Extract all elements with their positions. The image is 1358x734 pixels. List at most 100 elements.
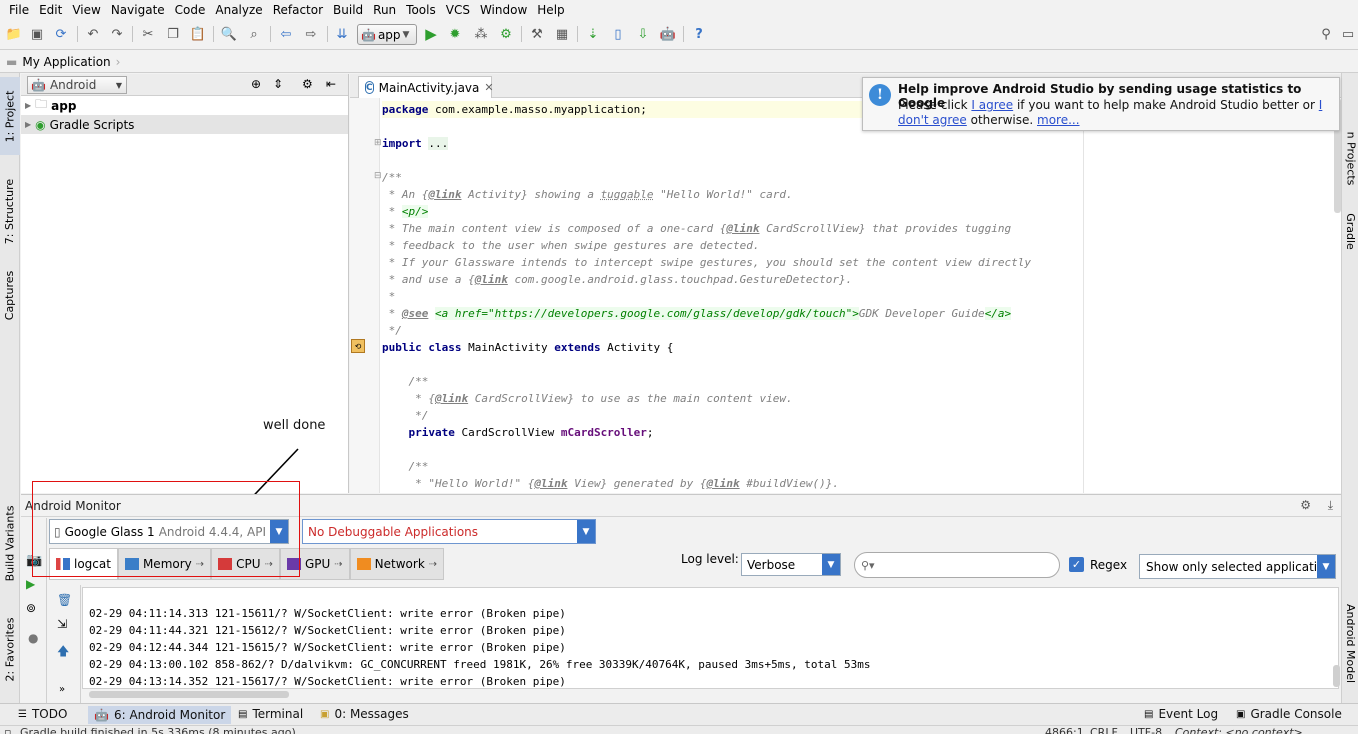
replace-icon[interactable]: ⌕ (245, 25, 263, 43)
application-select[interactable]: No Debuggable Applications ▼ (302, 519, 596, 544)
cut-icon[interactable]: ✂ (139, 25, 157, 43)
project-view-select[interactable]: 🤖 Android ▼ (27, 76, 127, 94)
more-link[interactable]: more... (1037, 113, 1080, 127)
back-icon[interactable]: ⇦ (277, 25, 295, 43)
event-log-button[interactable]: ▤ Event Log (1144, 707, 1218, 721)
caret-position[interactable]: 4866:1 (1045, 726, 1084, 734)
redo-icon[interactable]: ↷ (108, 25, 126, 43)
gear-icon[interactable]: ⚙ (302, 77, 313, 91)
scroll-to-end-icon[interactable]: ⇲ (57, 617, 67, 631)
tab-network[interactable]: Network ⇢ (349, 548, 445, 580)
expand-arrow-icon[interactable]: ▶ (25, 120, 31, 129)
debug-icon[interactable]: ✹ (446, 25, 464, 43)
logcat-output[interactable]: 02-29 04:11:14.313 121-15611/? W/SocketC… (82, 587, 1339, 689)
log-level-select[interactable]: Verbose ▼ (741, 553, 841, 576)
tab-projects-label: n Projects (1344, 131, 1357, 185)
terminate-icon[interactable]: ● (28, 631, 38, 645)
messages-button[interactable]: ▣ 0: Messages (320, 707, 409, 721)
menu-window[interactable]: Window (475, 1, 532, 19)
agree-link[interactable]: I agree (971, 98, 1013, 112)
find-icon[interactable]: 🔍 (220, 25, 238, 43)
tab-build-variants[interactable]: Build Variants (0, 501, 20, 585)
tab-gradle[interactable]: Gradle (1342, 199, 1358, 263)
expand-arrow-icon[interactable]: ▶ (25, 101, 31, 110)
todo-button[interactable]: ☰ TODO (18, 707, 67, 721)
paste-icon[interactable]: 📋 (189, 25, 207, 43)
attach-debugger-icon[interactable]: ⁂ (472, 25, 490, 43)
more-icon[interactable]: » (59, 684, 65, 695)
save-icon[interactable]: ▣ (28, 25, 46, 43)
run-icon[interactable]: ▶ (422, 25, 440, 43)
tree-item-gradle-scripts[interactable]: ▶ ◉ Gradle Scripts (21, 115, 348, 134)
logcat-horizontal-scrollbar[interactable] (89, 691, 289, 698)
clear-logcat-icon[interactable]: 🗑 (57, 593, 72, 607)
breadcrumb[interactable]: My Application (22, 55, 110, 69)
make-project-icon[interactable]: ⇊ (333, 25, 351, 43)
gear-icon[interactable]: ⚙ (1300, 498, 1311, 512)
menu-analyze[interactable]: Analyze (210, 1, 267, 19)
regex-checkbox[interactable]: ✓ (1069, 557, 1084, 572)
menu-help[interactable]: Help (532, 1, 569, 19)
detach-icon[interactable]: ⇢ (429, 559, 437, 570)
menu-tools[interactable]: Tools (401, 1, 441, 19)
screen-record-icon[interactable]: ▶ (26, 577, 35, 591)
system-info-icon[interactable]: ⊚ (26, 601, 36, 615)
menu-edit[interactable]: Edit (34, 1, 67, 19)
override-marker-icon[interactable]: ⟲ (351, 339, 365, 353)
up-arrow-icon[interactable]: 🡅 (57, 642, 69, 663)
notification-text-after: otherwise. (966, 113, 1037, 127)
gradle-console-button[interactable]: ▣ Gradle Console (1236, 707, 1342, 721)
file-encoding[interactable]: UTF-8 (1130, 726, 1162, 734)
hide-panel-icon[interactable]: ⤓ (1328, 498, 1333, 513)
context-indicator[interactable]: Context: <no context> (1175, 726, 1303, 734)
copy-icon[interactable]: ❐ (164, 25, 182, 43)
open-folder-icon[interactable]: 📁 (5, 25, 23, 43)
android-monitor-button[interactable]: 🤖 6: Android Monitor (88, 706, 232, 724)
scroll-from-source-icon[interactable]: ⊕ (251, 77, 261, 91)
tab-structure[interactable]: 7: Structure (0, 169, 20, 253)
tab-project[interactable]: 1: Project (0, 77, 20, 155)
layout-icon[interactable]: ▦ (553, 25, 571, 43)
menu-code[interactable]: Code (170, 1, 211, 19)
menu-run[interactable]: Run (368, 1, 401, 19)
android-device-monitor-icon[interactable]: 🤖 (659, 25, 677, 43)
logcat-search-input[interactable]: ⚲▾ (854, 552, 1060, 578)
gradle-sync-icon[interactable]: ⇣ (584, 25, 602, 43)
tab-projects[interactable]: n Projects (1342, 123, 1358, 193)
search-everywhere-icon[interactable]: ⚲ (1317, 25, 1335, 43)
tab-main-activity[interactable]: C MainActivity.java ✕ (358, 76, 494, 98)
menu-view[interactable]: View (67, 1, 105, 19)
logcat-filter-select[interactable]: Show only selected application ▼ (1139, 554, 1336, 579)
forward-icon[interactable]: ⇨ (302, 25, 320, 43)
detach-icon[interactable]: ⇢ (334, 559, 342, 570)
project-structure-icon[interactable]: ⚒ (528, 25, 546, 43)
terminal-button[interactable]: ▤ Terminal (238, 707, 303, 721)
menu-refactor[interactable]: Refactor (268, 1, 328, 19)
logcat-vertical-scrollbar[interactable] (1333, 665, 1340, 687)
hide-panel-icon[interactable]: ⇤ (326, 77, 336, 91)
tab-android-model[interactable]: Android Model (1342, 593, 1358, 693)
layout-toggle-icon[interactable]: ▭ (1339, 25, 1357, 43)
tree-item-app[interactable]: ▶ 🗀 app (21, 96, 348, 115)
close-icon[interactable]: ✕ (484, 81, 493, 94)
project-view-label: Android (49, 78, 97, 92)
event-log-label: Event Log (1158, 707, 1219, 721)
menu-navigate[interactable]: Navigate (106, 1, 170, 19)
line-separator[interactable]: CRLF (1090, 726, 1118, 734)
apply-changes-icon[interactable]: ⚙ (497, 25, 515, 43)
menu-vcs[interactable]: VCS (441, 1, 475, 19)
sync-icon[interactable]: ⟳ (52, 25, 70, 43)
log-line: 02-29 04:11:44.321 121-15612/? W/SocketC… (89, 624, 566, 637)
menu-build[interactable]: Build (328, 1, 368, 19)
sdk-manager-icon[interactable]: ⇩ (634, 25, 652, 43)
chevron-down-icon: ▼ (115, 80, 122, 90)
undo-icon[interactable]: ↶ (84, 25, 102, 43)
collapse-all-icon[interactable]: ⇕ (273, 77, 283, 91)
code-content[interactable]: package com.example.masso.myapplication;… (382, 101, 1102, 492)
tab-favorites[interactable]: 2: Favorites (0, 607, 20, 691)
tab-captures[interactable]: Captures (0, 259, 20, 331)
avd-manager-icon[interactable]: ▯ (609, 25, 627, 43)
menu-file[interactable]: File (4, 1, 34, 19)
run-configuration-select[interactable]: 🤖 app ▼ (357, 24, 417, 45)
help-icon[interactable]: ? (690, 25, 708, 43)
